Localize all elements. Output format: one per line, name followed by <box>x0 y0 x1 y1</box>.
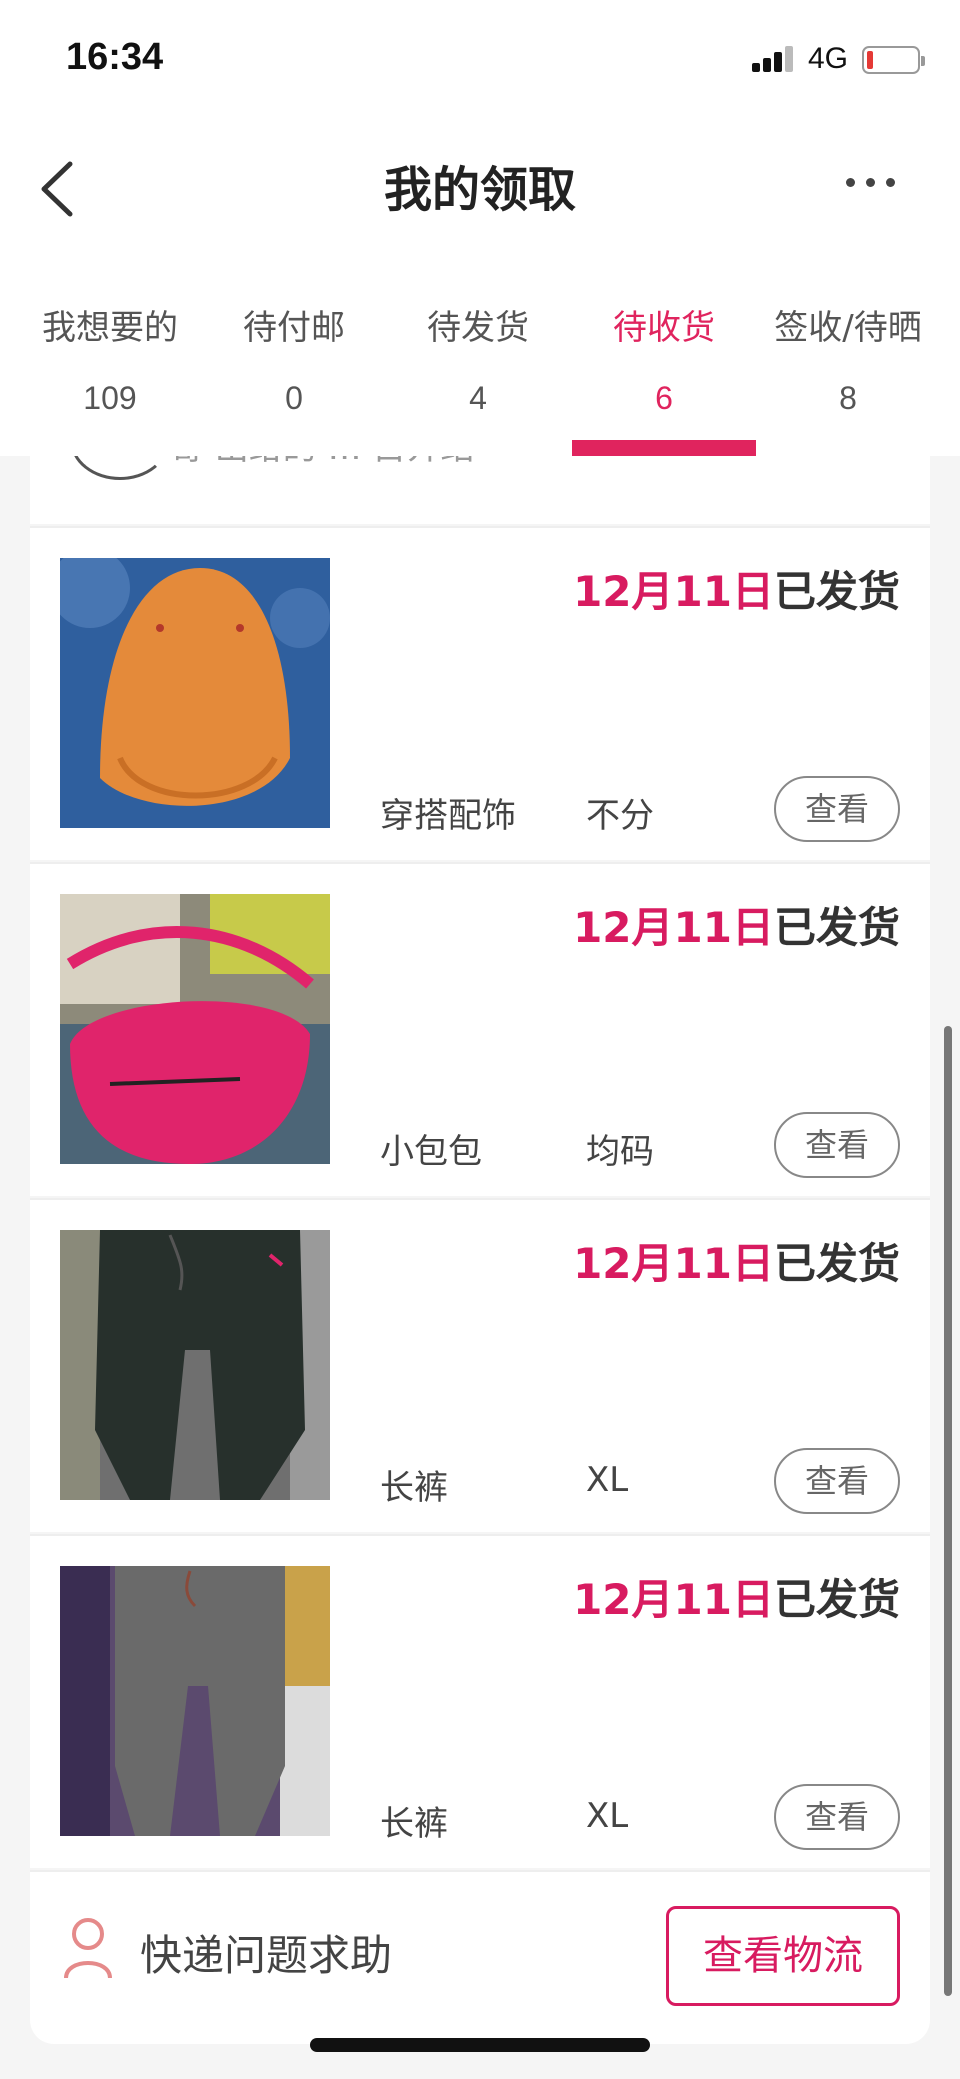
status-bar: 16:34 4G <box>0 0 960 120</box>
view-button[interactable]: 查看 <box>774 1112 900 1178</box>
ship-date: 12月11日已发货 <box>573 1230 900 1291</box>
nav-bar: 我的领取 <box>0 120 960 260</box>
more-icon[interactable] <box>840 168 900 198</box>
tab-pending-receipt[interactable]: 待收货 6 <box>572 260 756 456</box>
view-logistics-button[interactable]: 查看物流 <box>666 1906 900 2006</box>
tab-received[interactable]: 签收/待晒 8 <box>756 260 940 456</box>
date-text: 12月11日 <box>573 1575 774 1624</box>
date-text: 12月11日 <box>573 903 774 952</box>
user-icon <box>64 1918 112 1979</box>
signal-icon <box>752 44 798 72</box>
view-button[interactable]: 查看 <box>774 776 900 842</box>
tab-pending-postage[interactable]: 待付邮 0 <box>202 260 386 456</box>
ship-status: 已发货 <box>773 567 900 616</box>
item-thumbnail[interactable] <box>60 1230 330 1500</box>
tab-count: 6 <box>655 380 673 416</box>
tab-count: 4 <box>469 380 487 416</box>
item-thumbnail[interactable] <box>60 894 330 1164</box>
item-size: 不分 <box>586 796 654 836</box>
tab-count: 109 <box>83 380 137 416</box>
list-item[interactable]: 12月11日已发货 长裤 XL 查看 <box>30 1534 930 1868</box>
item-size: 均码 <box>586 1132 654 1172</box>
item-thumbnail[interactable] <box>60 1566 330 1836</box>
status-tabs: 我想要的 109 待付邮 0 待发货 4 待收货 6 签收/待晒 8 <box>0 260 960 456</box>
view-button[interactable]: 查看 <box>774 1784 900 1850</box>
date-text: 12月11日 <box>573 1239 774 1288</box>
tab-count: 0 <box>285 380 303 416</box>
page-title: 我的领取 <box>383 162 576 218</box>
list-item[interactable]: 12月11日已发货 小包包 均码 查看 <box>30 862 930 1196</box>
item-category: 穿搭配饰 <box>380 796 516 836</box>
network-type: 4G <box>808 42 849 75</box>
tab-label: 我想要的 <box>42 308 178 348</box>
tab-label: 待收货 <box>613 308 715 348</box>
tab-underline <box>572 440 756 456</box>
item-category: 长裤 <box>380 1468 448 1508</box>
ship-date: 12月11日已发货 <box>573 894 900 955</box>
tab-wanted[interactable]: 我想要的 109 <box>18 260 202 456</box>
list-item[interactable]: 12月11日已发货 长裤 XL 查看 <box>30 1198 930 1532</box>
home-indicator <box>310 2038 650 2052</box>
item-size: XL <box>586 1460 629 1500</box>
scrollbar <box>944 1026 952 1996</box>
tab-label: 待发货 <box>427 308 529 348</box>
item-thumbnail[interactable] <box>60 558 330 828</box>
ship-date: 12月11日已发货 <box>573 558 900 619</box>
list-item[interactable]: 12月11日已发货 穿搭配饰 不分 查看 <box>30 526 930 860</box>
battery-icon <box>862 46 925 74</box>
tab-count: 8 <box>839 380 857 416</box>
ship-status: 已发货 <box>773 1575 900 1624</box>
express-help-link[interactable]: 快递问题求助 <box>140 1922 392 1983</box>
tab-pending-shipment[interactable]: 待发货 4 <box>386 260 570 456</box>
item-category: 小包包 <box>380 1132 482 1172</box>
ship-status: 已发货 <box>773 1239 900 1288</box>
ship-status: 已发货 <box>773 903 900 952</box>
item-category: 长裤 <box>380 1804 448 1844</box>
item-size: XL <box>586 1796 629 1836</box>
tab-label: 待付邮 <box>243 308 345 348</box>
footer-bar: 快递问题求助 查看物流 <box>30 1870 930 2044</box>
view-button[interactable]: 查看 <box>774 1448 900 1514</box>
date-text: 12月11日 <box>573 567 774 616</box>
ship-date: 12月11日已发货 <box>573 1566 900 1627</box>
tab-label: 签收/待晒 <box>774 308 922 348</box>
status-time: 16:34 <box>66 36 164 78</box>
